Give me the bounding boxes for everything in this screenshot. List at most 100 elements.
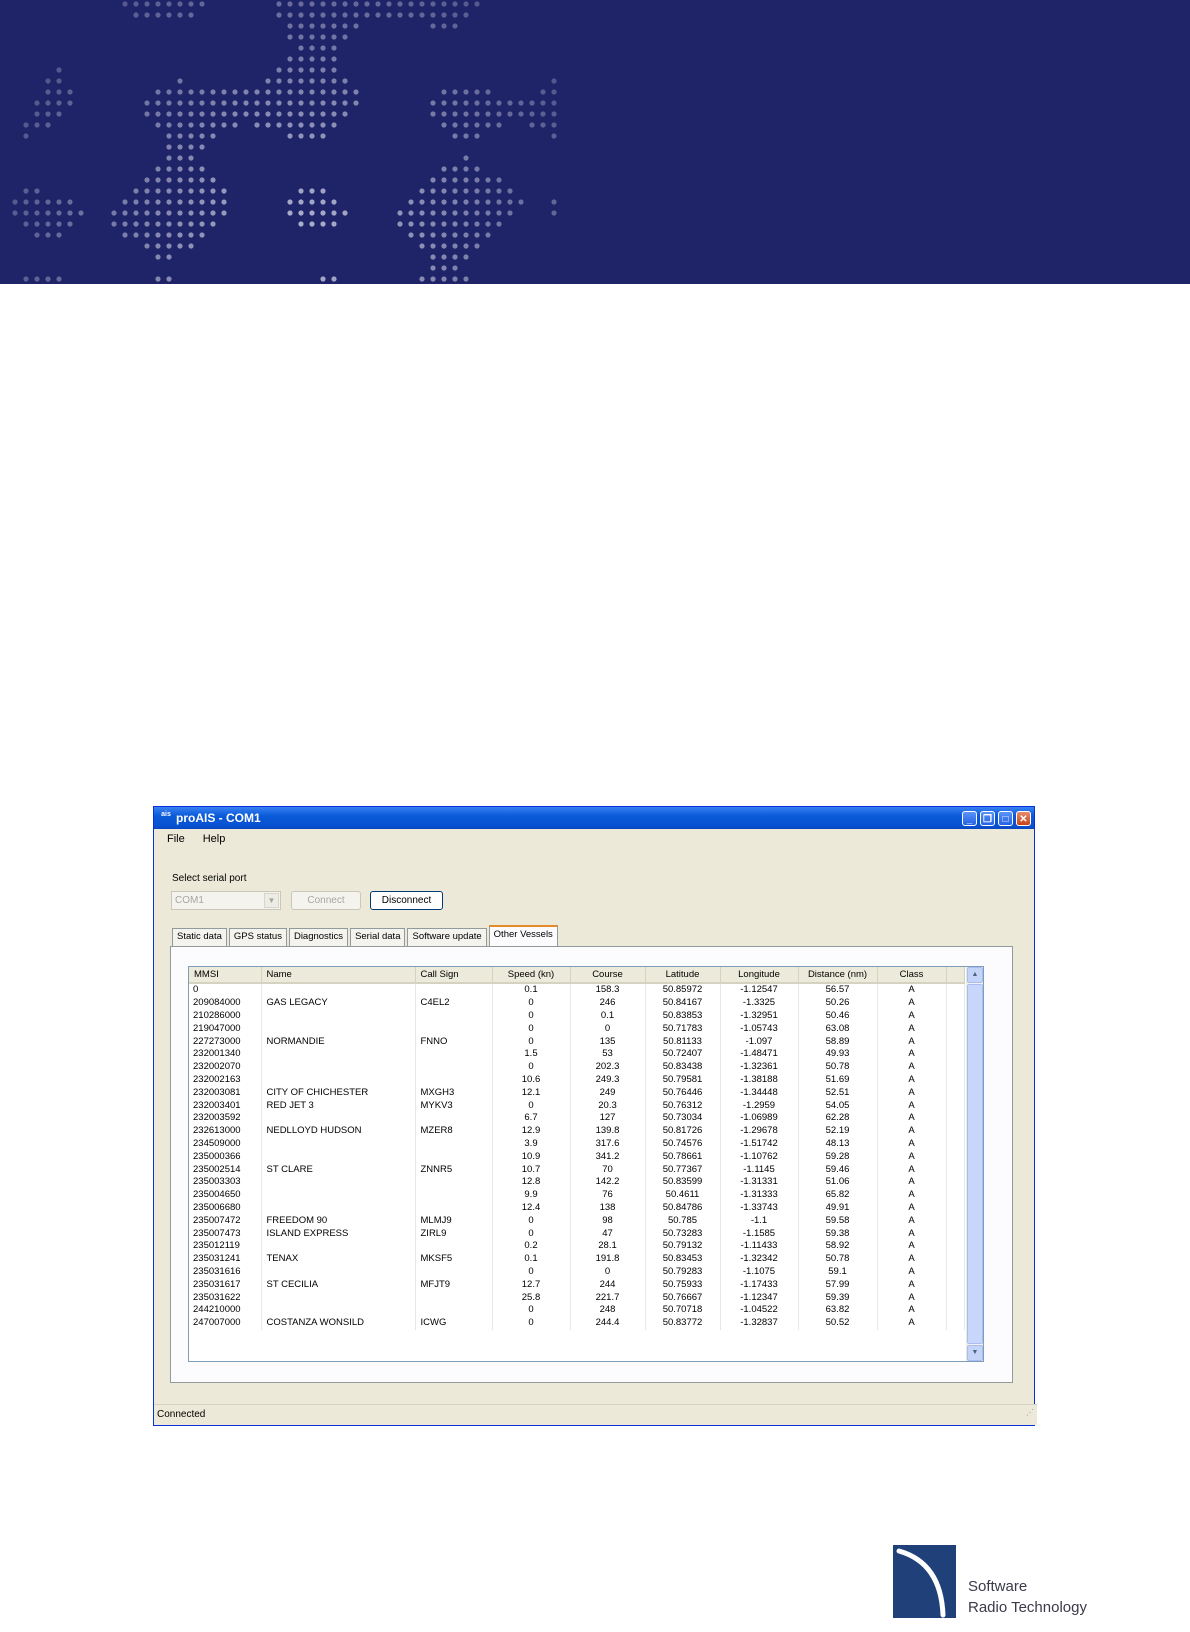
minimize-icon[interactable]: _ (962, 810, 977, 826)
column-header-lon[interactable]: Longitude (720, 967, 799, 984)
menu-help[interactable]: Help (194, 833, 235, 845)
cell-name (261, 1201, 416, 1215)
cell-class: A (877, 1124, 947, 1138)
logo-line-1: Software (968, 1578, 1028, 1595)
column-header-course[interactable]: Course (570, 967, 646, 984)
table-row[interactable]: 235007473 ISLAND EXPRESS ZIRL9 0 47 50.73283-… (189, 1227, 965, 1240)
serial-port-select[interactable]: COM1 ▼ (171, 891, 281, 910)
column-header-dist[interactable]: Distance (nm) (798, 967, 878, 984)
vessels-grid: MMSI Name Call Sign Speed (kn) Course Latitud… (188, 966, 984, 1362)
cell-mmsi: 235012119 (189, 1239, 262, 1253)
table-row[interactable]: 235006680 12.4 138 50.84786 -1.33743 49.91 A (189, 1201, 965, 1215)
cell-spacer (946, 1201, 965, 1215)
table-row[interactable]: 235031616 0 0 50.79283 -1.1075 59.1 A (189, 1265, 965, 1279)
cell-name: RED JET 3 (261, 1099, 416, 1112)
resize-grip-icon[interactable]: ⋰ (1026, 1403, 1034, 1423)
table-row[interactable]: 235031617 ST CECILIA MFJT9 12.7 244 50.75933-… (189, 1278, 965, 1292)
cell-course: 0 (570, 1022, 646, 1036)
tab-software-update[interactable]: Software update (407, 928, 487, 946)
table-row[interactable]: 232003081 CITY OF CHICHESTER MXGH3 12.1 249 5… (189, 1086, 965, 1100)
maximize-icon[interactable]: □ (998, 810, 1013, 826)
cell-lat: 50.73283 (645, 1227, 721, 1240)
cell-call (415, 1201, 493, 1215)
menu-file[interactable]: File (158, 833, 194, 845)
table-row[interactable]: 232002070 0 202.3 50.83438 -1.32361 50.78 A (189, 1060, 965, 1074)
table-row[interactable]: 235004650 9.9 76 50.4611 -1.31333 65.82 A (189, 1188, 965, 1202)
cell-call (415, 1047, 493, 1061)
cell-mmsi: 235004650 (189, 1188, 262, 1202)
table-row[interactable]: 235007472 FREEDOM 90 MLMJ9 0 98 50.785 -1.1 59.… (189, 1214, 965, 1228)
table-row[interactable]: 209084000 GAS LEGACY C4EL2 0 246 50.84167 -1.3… (189, 996, 965, 1010)
scroll-down-icon[interactable]: ▼ (967, 1345, 983, 1361)
cell-mmsi: 232002163 (189, 1073, 262, 1087)
column-header-name[interactable]: Name (261, 967, 416, 984)
title-bar[interactable]: ais proAIS - COM1 _ ❐ □ ✕ (154, 807, 1034, 829)
cell-course: 244.4 (570, 1316, 646, 1330)
cell-call: MLMJ9 (415, 1214, 493, 1228)
table-row[interactable]: 0 0.1 158.3 50.85972 -1.12547 56.57 A (189, 983, 965, 997)
table-row[interactable]: 247007000 COSTANZA WONSILD ICWG 0 244.4 50.83… (189, 1316, 965, 1330)
cell-dist: 52.51 (798, 1086, 878, 1100)
connect-button[interactable]: Connect (291, 891, 361, 910)
table-row[interactable]: 232003401 RED JET 3 MYKV3 0 20.3 50.76312 -1.2… (189, 1099, 965, 1112)
tab-diagnostics[interactable]: Diagnostics (288, 928, 349, 946)
table-row[interactable]: 235002514 ST CLARE ZNNR5 10.7 70 50.77367 -1.1… (189, 1163, 965, 1176)
cell-name: ST CECILIA (261, 1278, 416, 1292)
scroll-up-icon[interactable]: ▲ (967, 967, 983, 983)
table-row[interactable]: 235000366 10.9 341.2 50.78661 -1.10762 59.28 A (189, 1150, 965, 1164)
column-header-call[interactable]: Call Sign (415, 967, 493, 984)
disconnect-button[interactable]: Disconnect (370, 891, 443, 910)
table-row[interactable]: 232001340 1.5 53 50.72407 -1.48471 49.93 A (189, 1047, 965, 1061)
cell-lat: 50.71783 (645, 1022, 721, 1036)
table-row[interactable]: 244210000 0 248 50.70718 -1.04522 63.82 A (189, 1303, 965, 1317)
cell-lon: -1.31333 (720, 1188, 799, 1202)
cell-mmsi: 235007473 (189, 1227, 262, 1240)
table-row[interactable]: 235031622 25.8 221.7 50.76667 -1.12347 59.39 A (189, 1291, 965, 1304)
cell-lat: 50.785 (645, 1214, 721, 1228)
scroll-thumb[interactable] (967, 984, 983, 1344)
column-header-mmsi[interactable]: MMSI (189, 967, 262, 984)
table-row[interactable]: 235031241 TENAX MKSF5 0.1 191.8 50.83453 -1.32… (189, 1252, 965, 1266)
cell-mmsi: 232002070 (189, 1060, 262, 1074)
cell-lat: 50.77367 (645, 1163, 721, 1176)
tab-other-vessels[interactable]: Other Vessels (488, 925, 558, 947)
table-row[interactable]: 227273000 NORMANDIE FNNO 0 135 50.81133 -1.097… (189, 1035, 965, 1048)
tab-gps-status[interactable]: GPS status (228, 928, 287, 946)
cell-name: CITY OF CHICHESTER (261, 1086, 416, 1100)
serial-port-value: COM1 (175, 895, 204, 906)
column-header-speed[interactable]: Speed (kn) (492, 967, 571, 984)
cell-course: 246 (570, 996, 646, 1010)
cell-spacer (946, 1009, 965, 1023)
table-row[interactable]: 232002163 10.6 249.3 50.79581 -1.38188 51.69 A (189, 1073, 965, 1087)
table-row[interactable]: 235003303 12.8 142.2 50.83599 -1.31331 51.06 A (189, 1175, 965, 1189)
cell-mmsi: 235031622 (189, 1291, 262, 1304)
column-header-lat[interactable]: Latitude (645, 967, 721, 984)
cell-spacer (946, 1047, 965, 1061)
cell-name: ST CLARE (261, 1163, 416, 1176)
cell-spacer (946, 1111, 965, 1125)
cell-spacer (946, 1265, 965, 1279)
cell-class: A (877, 1022, 947, 1036)
cell-class: A (877, 1137, 947, 1151)
tab-static-data[interactable]: Static data (172, 928, 227, 946)
table-row[interactable]: 232613000 NEDLLOYD HUDSON MZER8 12.9 139.8 50… (189, 1124, 965, 1138)
table-body: 0 0.1 158.3 50.85972 -1.12547 56.57 A 209084000… (189, 983, 965, 1330)
cell-speed: 9.9 (492, 1188, 571, 1202)
table-row[interactable]: 234509000 3.9 317.6 50.74576 -1.51742 48.13 A (189, 1137, 965, 1151)
table-row[interactable]: 232003592 6.7 127 50.73034 -1.06989 62.28 A (189, 1111, 965, 1125)
table-row[interactable]: 235012119 0.2 28.1 50.79132 -1.11433 58.92 A (189, 1239, 965, 1253)
cell-spacer (946, 1022, 965, 1036)
vertical-scrollbar[interactable]: ▲ ▼ (966, 967, 983, 1361)
cell-speed: 25.8 (492, 1291, 571, 1304)
table-row[interactable]: 210286000 0 0.1 50.83853 -1.32951 50.46 A (189, 1009, 965, 1023)
close-icon[interactable]: ✕ (1016, 810, 1031, 826)
chevron-down-icon[interactable]: ▼ (264, 893, 279, 908)
restore-icon[interactable]: ❐ (980, 810, 995, 826)
table-row[interactable]: 219047000 0 0 50.71783 -1.05743 63.08 A (189, 1022, 965, 1036)
column-header-class[interactable]: Class (877, 967, 947, 984)
cell-call: MZER8 (415, 1124, 493, 1138)
cell-lon: -1.1145 (720, 1163, 799, 1176)
cell-spacer (946, 1214, 965, 1228)
tab-serial-data[interactable]: Serial data (350, 928, 406, 946)
cell-dist: 49.91 (798, 1201, 878, 1215)
